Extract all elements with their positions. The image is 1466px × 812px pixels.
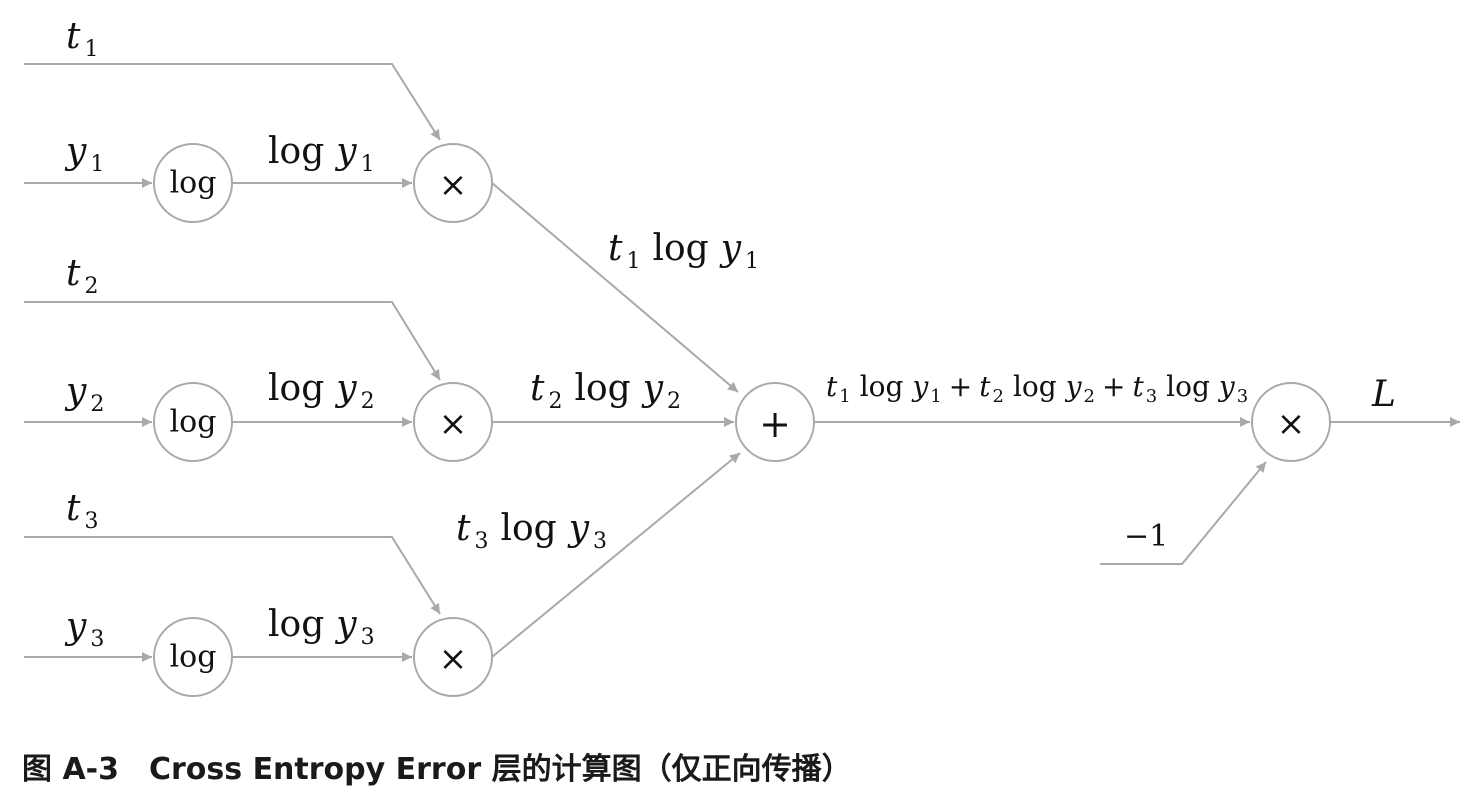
input-t2-label: t2 bbox=[66, 253, 98, 299]
edge-t3-to-mul3 bbox=[24, 536, 441, 615]
input-t1-label: t1 bbox=[66, 16, 98, 62]
multiply-node-3-label: × bbox=[439, 639, 468, 679]
input-y3-label: y3 bbox=[64, 606, 104, 652]
output-label: L bbox=[1371, 374, 1396, 415]
edge-t1-to-mul1 bbox=[24, 63, 441, 141]
log-node-3: log bbox=[153, 617, 233, 697]
edge-label-t1-log-y1: t 1 log y 1 bbox=[608, 228, 759, 274]
edge-mul1-to-add bbox=[491, 182, 739, 393]
log-node-3-label: log bbox=[170, 640, 217, 675]
multiply-node-2-label: × bbox=[439, 404, 468, 444]
log-node-1-label: log bbox=[170, 166, 217, 201]
input-y2-label: y2 bbox=[64, 371, 104, 417]
multiply-node-3: × bbox=[413, 617, 493, 697]
multiply-node-output: × bbox=[1251, 382, 1331, 462]
edge-mul3-to-add bbox=[491, 452, 741, 658]
edge-label-log-y3: log y 3 bbox=[268, 604, 375, 650]
computational-graph: log × log × log × + × t1 y1 t2 y2 t3 y 3… bbox=[24, 16, 1460, 697]
edge-label-log-y2: log y 2 bbox=[268, 368, 375, 414]
input-neg-one-label: −1 bbox=[1124, 519, 1168, 554]
edge-label-sum: t 1 log y 1 + t 2 log y 2 + t 3 log y 3 bbox=[826, 370, 1248, 407]
multiply-node-1: × bbox=[413, 143, 493, 223]
log-node-2-label: log bbox=[170, 405, 217, 440]
edge-t2-to-mul2 bbox=[24, 301, 441, 381]
input-t3-label: t3 bbox=[66, 488, 98, 534]
edge-label-t3-log-y3: t 3 log y 3 bbox=[456, 508, 607, 554]
add-node-label: + bbox=[759, 402, 791, 446]
edge-label-log-y1: log y 1 bbox=[268, 131, 375, 177]
input-y1-label: y1 bbox=[64, 131, 104, 177]
add-node: + bbox=[735, 382, 815, 462]
edge-label-t2-log-y2: t 2 log y 2 bbox=[530, 368, 681, 414]
figure-caption: 图 A-3 Cross Entropy Error 层的计算图（仅正向传播） bbox=[22, 752, 852, 787]
multiply-node-output-label: × bbox=[1277, 404, 1306, 444]
log-node-1: log bbox=[153, 143, 233, 223]
multiply-node-2: × bbox=[413, 382, 493, 462]
multiply-node-1-label: × bbox=[439, 165, 468, 205]
log-node-2: log bbox=[153, 382, 233, 462]
